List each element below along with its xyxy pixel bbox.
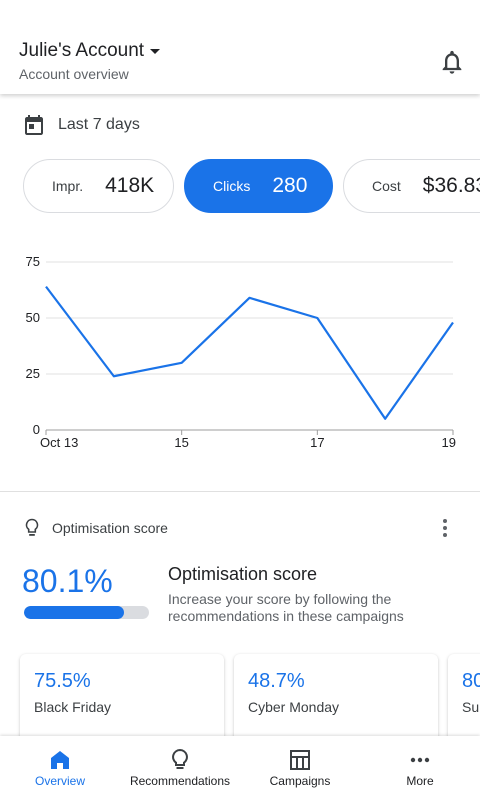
metric-chip-clicks[interactable]: Clicks 280 <box>184 159 333 213</box>
campaign-card[interactable]: 80 Sur <box>448 654 480 738</box>
metric-value: 418K <box>105 174 155 197</box>
section-divider <box>0 491 480 492</box>
nav-recommendations[interactable]: Recommendations <box>120 736 240 800</box>
y-tick-label: 75 <box>26 254 40 269</box>
campaign-card[interactable]: 75.5% Black Friday <box>20 654 224 738</box>
nav-label: More <box>406 774 434 788</box>
y-tick-label: 0 <box>33 422 40 437</box>
date-range-label: Last 7 days <box>58 116 140 133</box>
bottom-navigation: Overview Recommendations Campaigns More <box>0 736 480 800</box>
optimisation-header-label: Optimisation score <box>52 520 168 536</box>
y-tick-label: 50 <box>26 310 40 325</box>
x-tick-label: 17 <box>310 435 324 450</box>
metric-value: $36.83 <box>422 174 480 197</box>
nav-overview[interactable]: Overview <box>0 736 120 800</box>
nav-label: Overview <box>34 774 85 788</box>
nav-label: Recommendations <box>129 774 231 788</box>
date-range-selector[interactable]: Last 7 days <box>22 113 140 137</box>
optimisation-header: Optimisation score <box>24 518 168 538</box>
metric-key: Impr. <box>52 178 84 194</box>
metric-key: Cost <box>372 178 401 194</box>
campaign-score: 75.5% <box>34 670 91 692</box>
app-bar: Julie's Account Account overview <box>0 0 480 94</box>
nav-more[interactable]: More <box>360 736 480 800</box>
campaign-name: Sur <box>462 699 480 715</box>
optimisation-score-bar <box>24 606 149 619</box>
lightbulb-icon <box>172 748 188 769</box>
more-vert-icon[interactable] <box>436 518 454 538</box>
lightbulb-icon <box>25 518 39 536</box>
campaign-name: Cyber Monday <box>248 699 340 715</box>
campaign-score: 48.7% <box>248 670 305 692</box>
calendar-icon <box>25 115 43 135</box>
campaigns-icon <box>290 750 310 770</box>
optimisation-score-fill <box>24 606 125 619</box>
account-name: Julie's Account <box>19 40 145 61</box>
campaign-cards: 75.5% Black Friday 48.7% Cyber Monday 80… <box>0 652 480 738</box>
x-tick-label: 19 <box>442 435 456 450</box>
optimisation-score-description: Increase your score by following the rec… <box>168 591 404 624</box>
metric-value: 280 <box>272 174 308 197</box>
y-tick-label: 25 <box>26 366 40 381</box>
metric-chips: Impr. 418K Clicks 280 Cost $36.83 <box>0 159 480 215</box>
clicks-line-chart: 75 50 25 0Oct 13 15 17 19 <box>26 254 456 450</box>
optimisation-score-value: 80.1% <box>22 563 113 599</box>
dropdown-caret-icon <box>150 48 161 54</box>
x-tick-label: 15 <box>174 435 188 450</box>
metric-key: Clicks <box>213 178 251 194</box>
account-switcher[interactable]: Julie's Account <box>19 40 161 62</box>
campaign-card[interactable]: 48.7% Cyber Monday <box>234 654 438 738</box>
nav-label: Campaigns <box>269 774 331 788</box>
nav-campaigns[interactable]: Campaigns <box>240 736 360 800</box>
notifications-bell-icon[interactable] <box>438 48 466 76</box>
x-tick-label: Oct 13 <box>40 435 78 450</box>
optimisation-score-title: Optimisation score <box>168 564 318 584</box>
campaign-score: 80 <box>462 670 480 692</box>
home-icon <box>51 751 69 769</box>
metric-chip-impressions[interactable]: Impr. 418K <box>23 159 174 213</box>
clicks-series-line <box>45 285 454 420</box>
account-subtitle: Account overview <box>19 66 129 82</box>
more-horizontal-icon <box>410 757 430 763</box>
metric-chip-cost[interactable]: Cost $36.83 <box>343 159 480 213</box>
campaign-name: Black Friday <box>34 699 112 715</box>
